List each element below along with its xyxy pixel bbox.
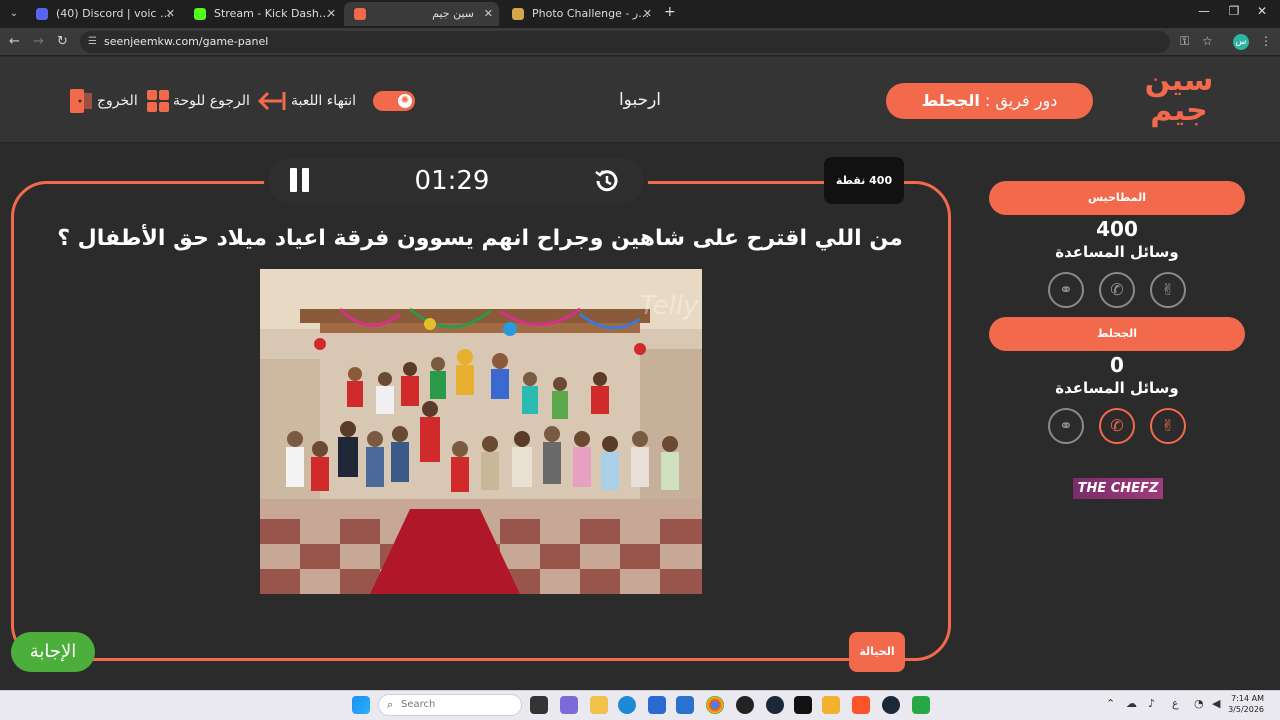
photo-challenge-icon bbox=[512, 8, 524, 20]
board-grid-icon[interactable] bbox=[147, 90, 169, 112]
svg-text:Telly: Telly bbox=[640, 291, 699, 321]
team-turn-indicator: دور فريق : الجحلط bbox=[886, 83, 1093, 119]
file-explorer-icon[interactable] bbox=[590, 696, 608, 714]
steam-icon[interactable] bbox=[882, 696, 900, 714]
new-tab-icon[interactable]: + bbox=[664, 4, 676, 20]
team-name-pill: الجحلط bbox=[989, 317, 1245, 351]
end-game-button[interactable]: انتهاء اللعبة bbox=[291, 88, 356, 114]
wifi-icon[interactable]: ◔ bbox=[1194, 697, 1204, 710]
tab-seenjeem[interactable]: سين جيم ✕ bbox=[344, 2, 499, 26]
team-score: 0 bbox=[1110, 353, 1124, 377]
end-game-arrow-icon[interactable] bbox=[258, 91, 286, 111]
sponsor-logo: THE CHEFZ bbox=[1073, 478, 1163, 499]
tab-title: Photo Challenge - تحدي الصور bbox=[532, 7, 650, 20]
url-field[interactable]: ☰ seenjeemkw.com/game-panel bbox=[80, 31, 1170, 53]
turn-prefix: دور فريق : bbox=[984, 91, 1058, 110]
tab-discord[interactable]: (40) Discord | voic 1 | sbad ✕ bbox=[26, 2, 181, 26]
tab-title: (40) Discord | voic 1 | sbad bbox=[56, 7, 174, 20]
logo-line-1: سين bbox=[1144, 63, 1214, 98]
phone-icon[interactable]: ✆ bbox=[1099, 272, 1135, 308]
back-to-board-button[interactable]: الرجوع للوحة bbox=[173, 88, 250, 114]
tab-search-menu-icon[interactable]: ⌄ bbox=[6, 6, 22, 22]
xbox-icon[interactable] bbox=[912, 696, 930, 714]
store-icon[interactable] bbox=[648, 696, 666, 714]
browser-tab-strip: ⌄ (40) Discord | voic 1 | sbad ✕ Stream … bbox=[0, 0, 1280, 28]
epic-games-icon[interactable] bbox=[794, 696, 812, 714]
phone-icon[interactable]: ✆ bbox=[1099, 408, 1135, 444]
two-rings-icon[interactable]: ⚭ bbox=[1048, 272, 1084, 308]
theme-toggle[interactable]: ✺ bbox=[373, 91, 415, 111]
forward-icon[interactable]: → bbox=[33, 34, 44, 49]
exit-door-icon[interactable] bbox=[70, 89, 92, 113]
team-score: 400 bbox=[1096, 217, 1138, 241]
obs-icon[interactable] bbox=[736, 696, 754, 714]
tab-photo-challenge[interactable]: Photo Challenge - تحدي الصور ✕ bbox=[502, 2, 658, 26]
discord-icon bbox=[36, 8, 48, 20]
welcome-text: ارحبوا bbox=[618, 90, 662, 110]
volume-icon[interactable]: ◀ bbox=[1212, 697, 1220, 710]
edge-icon[interactable] bbox=[618, 696, 636, 714]
tab-kick[interactable]: Stream - Kick Dashboard ✕ bbox=[184, 2, 342, 26]
victory-hand-icon[interactable]: ✌ bbox=[1150, 408, 1186, 444]
brave-icon[interactable] bbox=[852, 696, 870, 714]
close-window-icon[interactable]: ✕ bbox=[1252, 4, 1272, 18]
lifeline-button[interactable]: الحيالة bbox=[849, 632, 905, 672]
task-view-icon[interactable] bbox=[530, 696, 548, 714]
widgets-icon[interactable] bbox=[560, 696, 578, 714]
restore-icon[interactable]: ❐ bbox=[1224, 4, 1244, 18]
tray-cloud-icon[interactable]: ☁ bbox=[1126, 697, 1137, 710]
exit-button[interactable]: الخروج bbox=[97, 88, 138, 114]
question-points-badge: 400 نقطة bbox=[824, 157, 904, 204]
victory-hand-icon[interactable]: ✌ bbox=[1150, 272, 1186, 308]
address-bar-row: ← → ↻ ☰ seenjeemkw.com/game-panel ⚿ ☆ ⋮ bbox=[0, 28, 1280, 56]
keyboard-language-icon[interactable]: ع bbox=[1172, 697, 1179, 710]
windows-taskbar bbox=[0, 690, 1280, 720]
mail-icon[interactable] bbox=[676, 696, 694, 714]
system-clock[interactable]: 7:14 AM 3/5/2026 bbox=[1224, 693, 1264, 715]
seenjeem-logo: سين جيم bbox=[1142, 66, 1216, 136]
chrome-icon[interactable] bbox=[706, 696, 724, 714]
search-placeholder: Search bbox=[401, 699, 436, 710]
site-info-icon[interactable]: ☰ bbox=[88, 31, 97, 53]
kick-icon bbox=[194, 8, 206, 20]
steam-icon[interactable] bbox=[766, 696, 784, 714]
windows-start-icon[interactable] bbox=[352, 696, 370, 714]
pause-icon[interactable] bbox=[290, 168, 310, 192]
close-tab-icon[interactable]: ✕ bbox=[327, 2, 336, 26]
sun-icon: ✺ bbox=[398, 94, 412, 108]
turn-team-name: الجحلط bbox=[921, 91, 980, 110]
clock-date: 3/5/2026 bbox=[1228, 705, 1264, 714]
back-icon[interactable]: ← bbox=[9, 34, 20, 49]
question-image: Telly bbox=[260, 269, 702, 594]
team-aids-label: وسائل المساعدة bbox=[1055, 243, 1179, 261]
password-key-icon[interactable]: ⚿ bbox=[1180, 34, 1189, 49]
profile-avatar[interactable]: س bbox=[1233, 34, 1249, 50]
browser-menu-icon[interactable]: ⋮ bbox=[1260, 34, 1272, 48]
two-rings-icon[interactable]: ⚭ bbox=[1048, 408, 1084, 444]
clock-time: 7:14 AM bbox=[1231, 694, 1264, 703]
minimize-icon[interactable]: — bbox=[1194, 4, 1214, 18]
logo-line-2: جيم bbox=[1150, 93, 1208, 128]
team-aids-label: وسائل المساعدة bbox=[1055, 379, 1179, 397]
reload-icon[interactable]: ↻ bbox=[57, 34, 68, 49]
question-text: من اللي اقترح على شاهين وجراح انهم يسوون… bbox=[57, 226, 903, 251]
tab-title: Stream - Kick Dashboard bbox=[214, 7, 332, 20]
taskbar-search[interactable]: ⌕ Search bbox=[378, 694, 522, 716]
microphone-icon[interactable]: ♪ bbox=[1148, 697, 1155, 710]
url-text: seenjeemkw.com/game-panel bbox=[104, 35, 269, 48]
close-tab-icon[interactable]: ✕ bbox=[643, 2, 652, 26]
team-name-pill: المطاحيس bbox=[989, 181, 1245, 215]
tab-title: سين جيم bbox=[432, 7, 474, 20]
app-icon[interactable] bbox=[822, 696, 840, 714]
search-icon: ⌕ bbox=[387, 698, 394, 711]
bookmark-star-icon[interactable]: ☆ bbox=[1202, 34, 1213, 48]
seenjeem-icon bbox=[354, 8, 366, 20]
show-answer-button[interactable]: الإجابة bbox=[11, 632, 95, 672]
tray-chevron-icon[interactable]: ⌃ bbox=[1106, 697, 1115, 710]
restart-timer-icon[interactable] bbox=[592, 166, 622, 196]
timer-display: 01:29 bbox=[414, 166, 490, 196]
close-tab-icon[interactable]: ✕ bbox=[484, 2, 493, 26]
close-tab-icon[interactable]: ✕ bbox=[166, 2, 175, 26]
